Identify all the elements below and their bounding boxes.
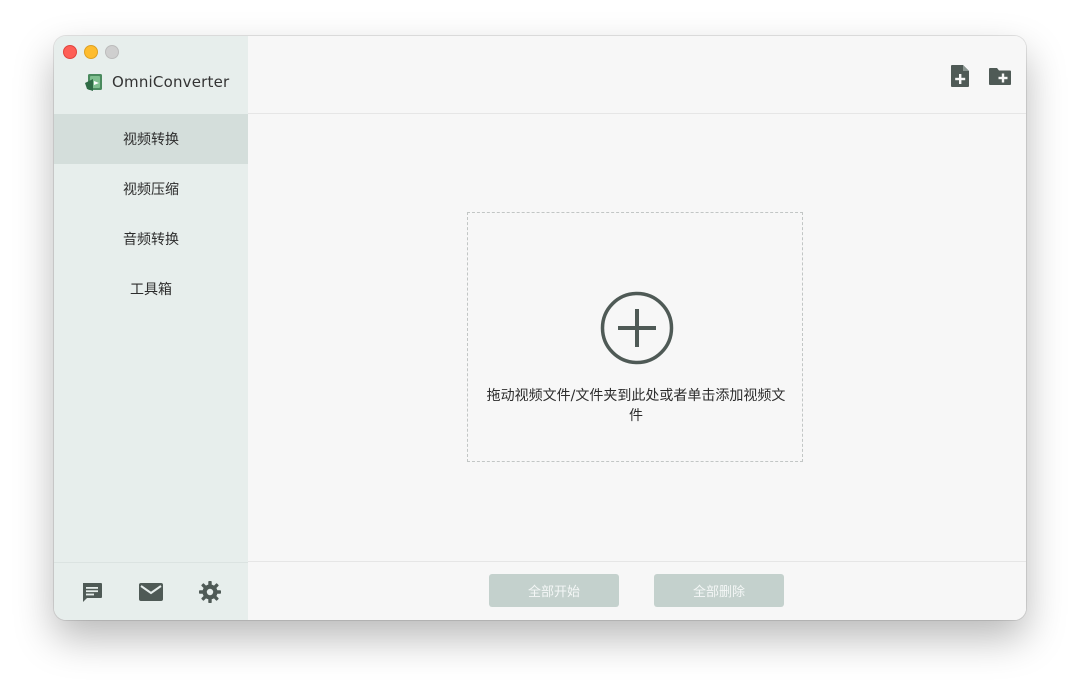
- minimize-window-button[interactable]: [84, 45, 98, 59]
- add-circle-icon[interactable]: [600, 291, 674, 365]
- add-file-icon[interactable]: [948, 64, 972, 88]
- toolbar: [248, 36, 1026, 114]
- start-all-button[interactable]: 全部开始: [489, 574, 619, 607]
- action-bar: 全部开始 全部删除: [248, 561, 1026, 620]
- close-window-button[interactable]: [63, 45, 77, 59]
- chat-icon[interactable]: [79, 579, 105, 605]
- sidebar-item-toolbox[interactable]: 工具箱: [54, 264, 248, 314]
- sidebar-nav: 视频转换 视频压缩 音频转换 工具箱: [54, 114, 248, 314]
- window-controls: [63, 45, 119, 59]
- dropzone-hint: 拖动视频文件/文件夹到此处或者单击添加视频文件: [486, 388, 786, 424]
- brand: OmniConverter: [84, 72, 229, 92]
- sidebar-item-label: 视频转换: [123, 132, 179, 148]
- file-dropzone[interactable]: 拖动视频文件/文件夹到此处或者单击添加视频文件: [467, 212, 803, 462]
- sidebar-item-video-compress[interactable]: 视频压缩: [54, 164, 248, 214]
- sidebar-footer: [54, 562, 248, 620]
- sidebar-item-label: 工具箱: [130, 282, 172, 298]
- sidebar-item-label: 视频压缩: [123, 182, 179, 198]
- maximize-window-button[interactable]: [105, 45, 119, 59]
- sidebar-item-audio-convert[interactable]: 音频转换: [54, 214, 248, 264]
- sidebar: OmniConverter 视频转换 视频压缩 音频转换 工具箱: [54, 36, 248, 620]
- app-logo-icon: [84, 72, 104, 92]
- main-panel: 拖动视频文件/文件夹到此处或者单击添加视频文件 全部开始 全部删除: [248, 36, 1026, 620]
- add-folder-icon[interactable]: [988, 64, 1012, 88]
- delete-all-button[interactable]: 全部删除: [654, 574, 784, 607]
- sidebar-item-label: 音频转换: [123, 232, 179, 248]
- app-name: OmniConverter: [112, 73, 230, 91]
- gear-icon[interactable]: [197, 579, 223, 605]
- app-window: OmniConverter 视频转换 视频压缩 音频转换 工具箱 拖动视频文件/…: [54, 36, 1026, 620]
- toolbar-actions: [948, 64, 1012, 88]
- mail-icon[interactable]: [138, 579, 164, 605]
- sidebar-item-video-convert[interactable]: 视频转换: [54, 114, 248, 164]
